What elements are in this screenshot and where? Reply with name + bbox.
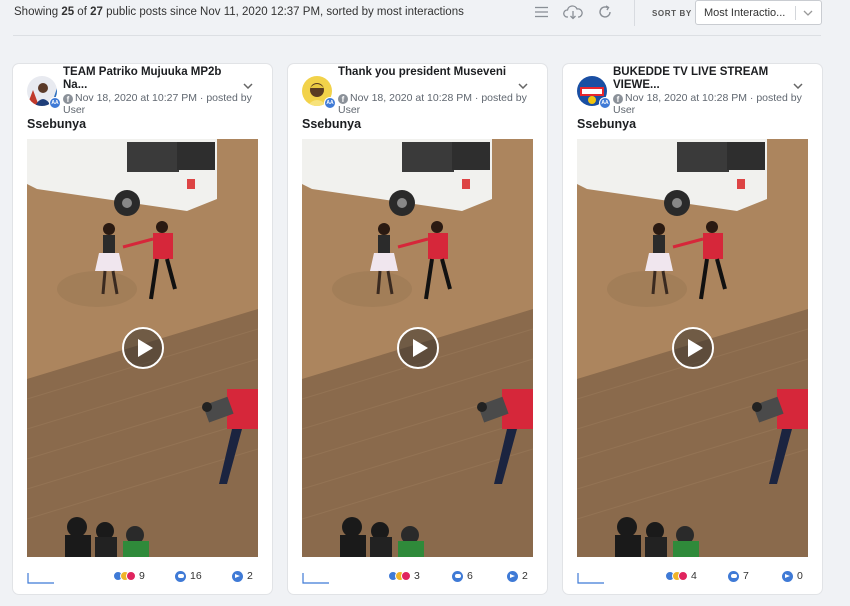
- sort-by-label: SORT BY: [652, 9, 692, 18]
- play-icon: [688, 339, 703, 357]
- video-thumbnail[interactable]: [302, 139, 533, 557]
- post-timestamp[interactable]: Nov 18, 2020 at 10:28 PM: [625, 92, 747, 104]
- video-thumbnail[interactable]: [577, 139, 808, 557]
- post-stats: 3 6 2: [302, 567, 533, 585]
- posted-by-user: User: [338, 103, 361, 116]
- total-count: 27: [90, 6, 103, 18]
- play-button[interactable]: [672, 327, 714, 369]
- avatar[interactable]: AA: [577, 76, 611, 109]
- facebook-icon: f: [613, 94, 623, 104]
- reactions-stat[interactable]: 3: [388, 570, 420, 582]
- toolbar-divider-line: [13, 35, 821, 36]
- play-icon: [138, 339, 153, 357]
- facebook-icon: f: [338, 94, 348, 104]
- reactions-icon: [665, 570, 688, 582]
- shares-stat[interactable]: 2: [507, 570, 528, 582]
- sparkline-icon[interactable]: [27, 570, 55, 584]
- account-name[interactable]: TEAM Patriko Mujuuka MP2b Na...: [63, 66, 233, 92]
- shares-stat[interactable]: 2: [232, 570, 253, 582]
- list-icon[interactable]: [531, 3, 551, 21]
- posted-by-user: User: [63, 103, 86, 116]
- chevron-down-icon: [802, 7, 814, 19]
- comments-stat[interactable]: 7: [728, 570, 749, 582]
- post-timestamp[interactable]: Nov 18, 2020 at 10:27 PM: [75, 92, 197, 104]
- post-stats: 4 7 0: [577, 567, 808, 585]
- sort-select-value: Most Interactio...: [704, 7, 786, 19]
- shares-icon: [782, 570, 793, 582]
- verified-badge-icon: AA: [324, 97, 336, 109]
- comments-count: 7: [743, 570, 749, 582]
- play-icon: [413, 339, 428, 357]
- shares-icon: [232, 570, 243, 582]
- reactions-count: 4: [691, 570, 697, 582]
- reactions-icon: [113, 570, 136, 582]
- post-card: AA TEAM Patriko Mujuuka MP2b Na... f Nov …: [13, 64, 272, 594]
- select-divider: [795, 6, 796, 20]
- reactions-count: 9: [139, 570, 145, 582]
- results-toolbar: Showing 25 of 27 public posts since Nov …: [0, 0, 850, 28]
- shares-count: 2: [247, 570, 253, 582]
- post-meta: f Nov 18, 2020 at 10:27 PM · posted by Use…: [63, 92, 252, 116]
- post-text: Ssebunya: [27, 117, 87, 131]
- verified-badge-icon: AA: [49, 97, 61, 109]
- sort-select[interactable]: Most Interactio...: [695, 0, 822, 25]
- refresh-icon[interactable]: [595, 3, 615, 21]
- cloud-download-icon[interactable]: [562, 3, 584, 21]
- comments-count: 6: [467, 570, 473, 582]
- video-thumbnail[interactable]: [27, 139, 258, 557]
- post-meta: f Nov 18, 2020 at 10:28 PM · posted by Use…: [613, 92, 802, 116]
- shares-count: 2: [522, 570, 528, 582]
- posted-by-user: User: [613, 103, 636, 116]
- play-button[interactable]: [122, 327, 164, 369]
- comments-icon: [175, 570, 186, 582]
- reactions-stat[interactable]: 4: [665, 570, 697, 582]
- comments-icon: [452, 570, 463, 582]
- chevron-down-icon[interactable]: [516, 80, 530, 92]
- toolbar-divider: [634, 0, 635, 26]
- avatar[interactable]: AA: [27, 76, 61, 109]
- account-name[interactable]: Thank you president Museveni: [338, 66, 508, 79]
- comments-icon: [728, 570, 739, 582]
- post-stats: 9 16 2: [27, 567, 258, 585]
- post-meta: f Nov 18, 2020 at 10:28 PM · posted by Use…: [338, 92, 527, 116]
- avatar[interactable]: AA: [302, 76, 336, 109]
- reactions-stat[interactable]: 9: [113, 570, 145, 582]
- post-timestamp[interactable]: Nov 18, 2020 at 10:28 PM: [350, 92, 472, 104]
- play-button[interactable]: [397, 327, 439, 369]
- reactions-count: 3: [414, 570, 420, 582]
- account-name[interactable]: BUKEDDE TV LIVE STREAM VIEWE...: [613, 66, 783, 92]
- shares-icon: [507, 570, 518, 582]
- results-summary: Showing 25 of 27 public posts since Nov …: [14, 6, 464, 18]
- comments-count: 16: [190, 570, 202, 582]
- shown-count: 25: [61, 6, 75, 18]
- verified-badge-icon: AA: [599, 97, 611, 109]
- comments-stat[interactable]: 16: [175, 570, 202, 582]
- shares-count: 0: [797, 570, 803, 582]
- chevron-down-icon[interactable]: [791, 80, 805, 92]
- comments-stat[interactable]: 6: [452, 570, 473, 582]
- post-card: AA BUKEDDE TV LIVE STREAM VIEWE... f Nov …: [563, 64, 822, 594]
- reactions-icon: [388, 570, 411, 582]
- post-text: Ssebunya: [302, 117, 362, 131]
- shares-stat[interactable]: 0: [782, 570, 803, 582]
- sparkline-icon[interactable]: [302, 570, 330, 584]
- post-card: AA Thank you president Museveni f Nov 18,…: [288, 64, 547, 594]
- sparkline-icon[interactable]: [577, 570, 605, 584]
- post-text: Ssebunya: [577, 117, 637, 131]
- facebook-icon: f: [63, 94, 73, 104]
- chevron-down-icon[interactable]: [241, 80, 255, 92]
